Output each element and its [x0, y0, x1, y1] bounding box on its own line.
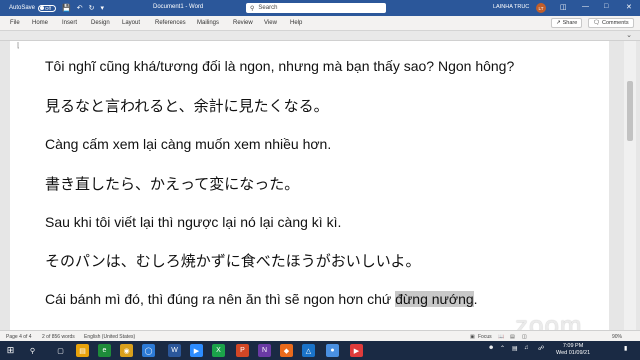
save-icon[interactable]: 💾 [62, 4, 71, 12]
vertical-scrollbar[interactable] [624, 41, 636, 330]
share-label: Share [562, 20, 578, 26]
selected-text[interactable]: đừng nướng [395, 291, 474, 307]
zoom-app-icon[interactable]: ▶ [190, 344, 203, 357]
document-line-7-end: . [473, 291, 478, 307]
document-line-4[interactable]: 書き直したら、かえって変になった。 [45, 173, 299, 194]
document-line-5[interactable]: Sau khi tôi viết lại thì ngược lại nó lạ… [45, 214, 341, 230]
document-line-3[interactable]: Càng cấm xem lại càng muốn xem nhiều hơn… [45, 136, 331, 152]
browser-icon[interactable]: ◯ [142, 344, 155, 357]
photos-app-icon[interactable]: △ [302, 344, 315, 357]
document-title: Document1 - Word [153, 4, 204, 10]
powerpoint-app-icon[interactable]: P [236, 344, 249, 357]
search-icon[interactable]: ⚲ [26, 344, 39, 357]
chrome-icon[interactable]: ◉ [120, 344, 133, 357]
minimize-icon[interactable]: — [582, 3, 589, 10]
comment-icon: 🗨 [593, 20, 600, 26]
ribbon-tabs: File Home Insert Design Layout Reference… [0, 16, 640, 31]
user-name[interactable]: LAINHA TRUC [493, 4, 529, 10]
clock-time: 7:09 PM [562, 343, 584, 349]
search-icon: ⚲ [250, 5, 255, 12]
onenote-app-icon[interactable]: N [258, 344, 271, 357]
notification-icon[interactable]: ▮ [624, 345, 627, 352]
tab-insert[interactable]: Insert [62, 20, 77, 26]
document-line-6[interactable]: そのパンは、むしろ焼かずに食べたほうがおいしいよ。 [45, 250, 420, 271]
tab-design[interactable]: Design [91, 20, 110, 26]
edge-icon[interactable]: e [98, 344, 111, 357]
windows-start-icon[interactable]: ⊞ [4, 344, 17, 357]
tab-view[interactable]: View [264, 20, 277, 26]
share-icon: ↗ [556, 20, 561, 26]
autosave-toggle[interactable]: Off [38, 4, 57, 12]
ribbon-display-options-icon[interactable]: ◫ [560, 3, 567, 11]
app-icon[interactable]: ◆ [280, 344, 293, 357]
network-icon[interactable]: ▤ [512, 345, 518, 352]
web-layout-icon[interactable]: ◫ [522, 334, 527, 340]
document-area: Tôi nghĩ cũng khá/tương đối là ngon, như… [0, 41, 640, 330]
customize-qat-icon[interactable]: ▾ [101, 4, 105, 12]
document-line-1[interactable]: Tôi nghĩ cũng khá/tương đối là ngon, như… [45, 58, 514, 74]
search-box[interactable]: ⚲ Search [246, 3, 386, 13]
avatar[interactable]: LT [536, 3, 546, 13]
tab-references[interactable]: References [155, 20, 186, 26]
tab-file[interactable]: File [10, 20, 20, 26]
share-button[interactable]: ↗ Share [551, 18, 583, 28]
read-mode-icon[interactable]: 📖 [498, 334, 504, 340]
messenger-app-icon[interactable]: ● [326, 344, 339, 357]
ribbon-collapsed-strip: ⌄ [0, 31, 640, 41]
comments-button[interactable]: 🗨 Comments [588, 18, 634, 28]
maximize-icon[interactable]: □ [604, 3, 608, 10]
excel-app-icon[interactable]: X [212, 344, 225, 357]
margin-corner-mark-top [17, 42, 19, 49]
page-count[interactable]: Page 4 of 4 [6, 334, 32, 340]
taskbar-clock[interactable]: 7:09 PM Wed 01/09/21 [556, 343, 590, 357]
redo-icon[interactable]: ↻ [89, 4, 95, 12]
tab-home[interactable]: Home [32, 20, 48, 26]
zoom-percent[interactable]: 90% [612, 334, 622, 340]
autosave-control[interactable]: AutoSave Off [9, 4, 57, 12]
tab-review[interactable]: Review [233, 20, 253, 26]
chevron-down-icon[interactable]: ⌄ [626, 31, 632, 39]
search-placeholder: Search [258, 5, 278, 11]
tab-help[interactable]: Help [290, 20, 302, 26]
close-icon[interactable]: ✕ [626, 3, 632, 11]
document-line-7[interactable]: Cái bánh mì đó, thì đúng ra nên ăn thì s… [45, 291, 478, 307]
word-app-icon[interactable]: W [168, 344, 181, 357]
focus-label[interactable]: Focus [478, 334, 492, 340]
windows-taskbar: ⊞ ⚲ ▢ ▤ e ◉ ◯ W ▶ X P N ◆ △ ● ▶ ☻ ⌃ ▤ ♫ … [0, 341, 640, 360]
language-indicator[interactable]: English (United States) [84, 334, 135, 340]
task-view-icon[interactable]: ▢ [54, 344, 67, 357]
status-bar: Page 4 of 4 2 of 856 words English (Unit… [0, 330, 640, 341]
media-app-icon[interactable]: ▶ [350, 344, 363, 357]
title-bar: AutoSave Off 💾 ↶ ↻ ▾ Document1 - Word ⚲ … [0, 0, 640, 16]
tab-mailings[interactable]: Mailings [197, 20, 219, 26]
tray-people-icon[interactable]: ☻ [488, 345, 494, 351]
clock-date: Wed 01/09/21 [556, 350, 591, 356]
undo-icon[interactable]: ↶ [77, 4, 83, 12]
volume-icon[interactable]: ♫ [524, 345, 529, 351]
scrollbar-thumb[interactable] [627, 81, 633, 141]
tray-chevron-up-icon[interactable]: ⌃ [500, 345, 505, 352]
document-line-7-text: Cái bánh mì đó, thì đúng ra nên ăn thì s… [45, 291, 396, 307]
focus-icon[interactable]: ▣ [470, 334, 475, 340]
document-line-2[interactable]: 見るなと言われると、余計に見たくなる。 [45, 95, 329, 116]
autosave-label: AutoSave [9, 5, 36, 11]
file-explorer-icon[interactable]: ▤ [76, 344, 89, 357]
language-icon[interactable]: ☍ [538, 345, 544, 352]
tab-layout[interactable]: Layout [122, 20, 140, 26]
print-layout-icon[interactable]: ▤ [510, 334, 515, 340]
comments-label: Comments [601, 20, 629, 26]
word-count[interactable]: 2 of 856 words [42, 334, 75, 340]
